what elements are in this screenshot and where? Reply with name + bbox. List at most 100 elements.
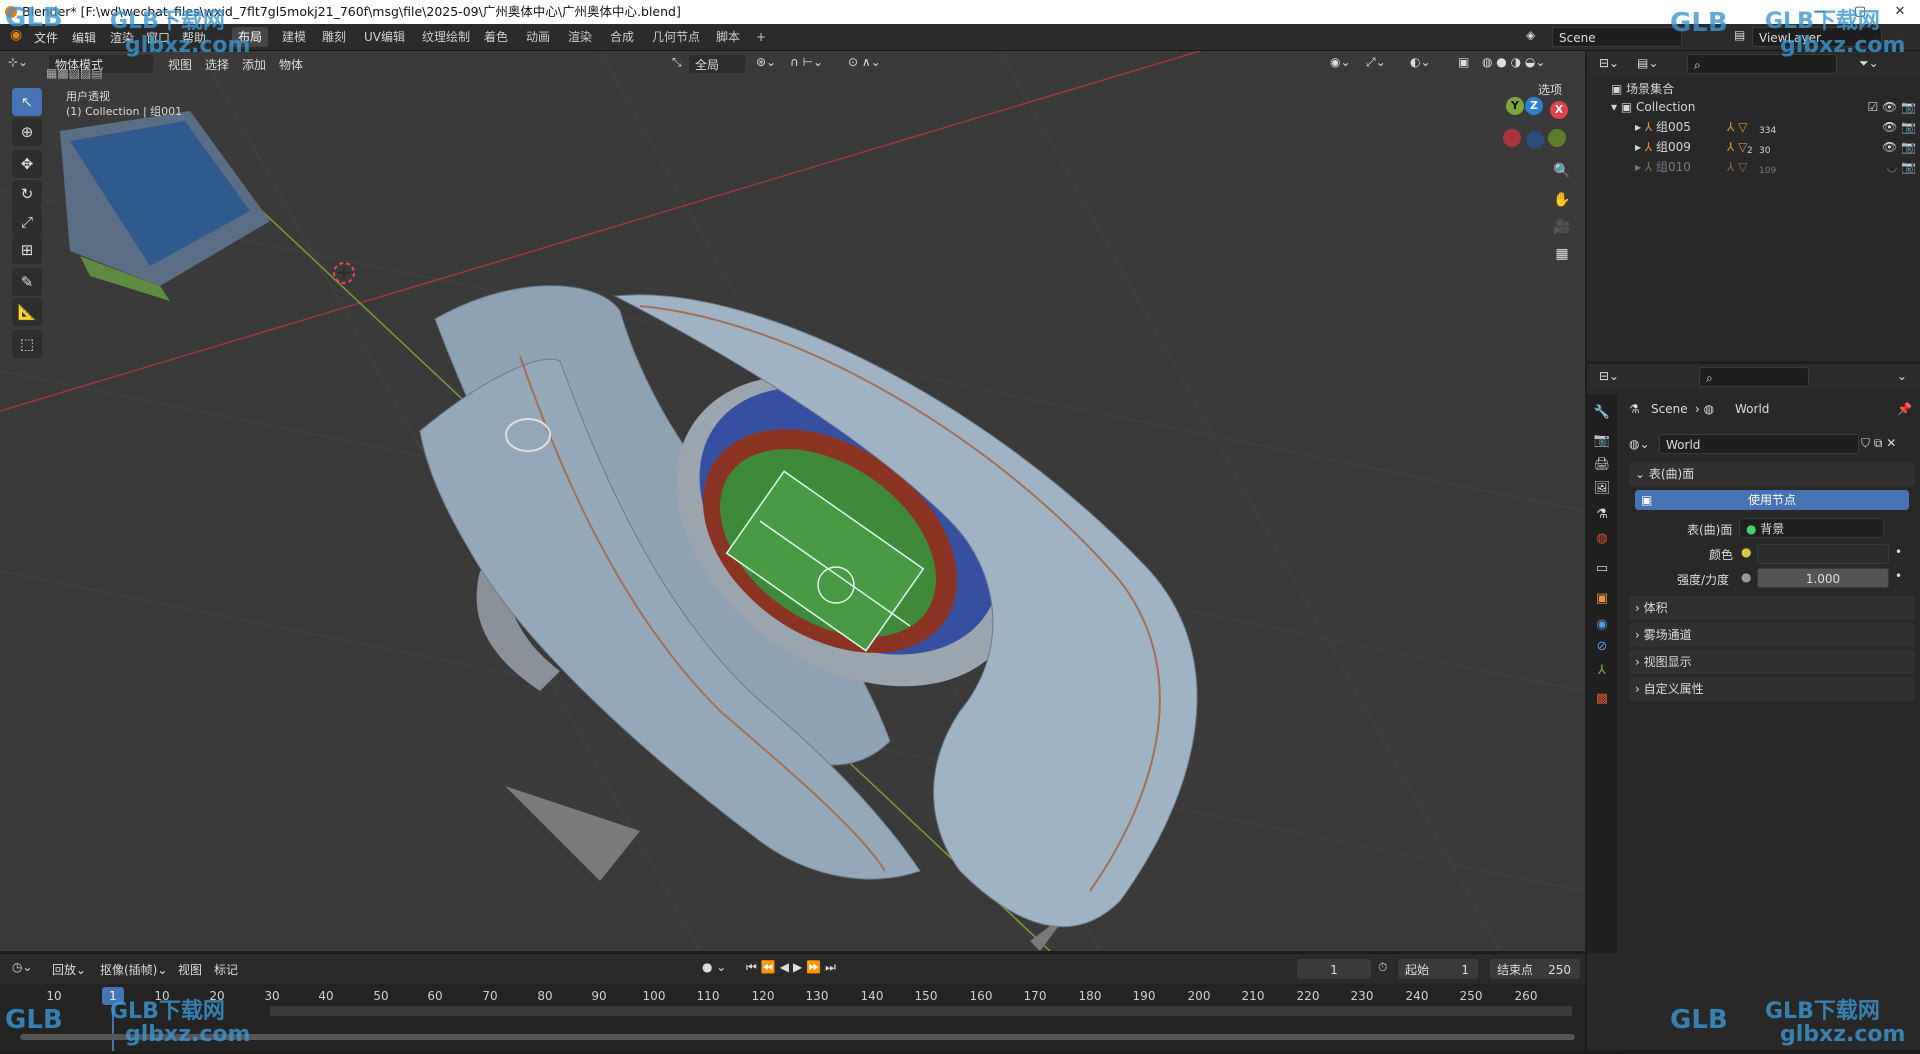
- menu-render[interactable]: 渲染: [110, 29, 134, 46]
- texture-tab-icon[interactable]: ▩: [1593, 690, 1611, 708]
- marker-menu[interactable]: 标记: [214, 961, 238, 978]
- tab-geometry-nodes[interactable]: 几何节点: [646, 27, 706, 47]
- gizmo-neg-y[interactable]: [1548, 129, 1566, 147]
- blender-menu-icon[interactable]: ◉: [10, 27, 22, 43]
- scene-tab-icon[interactable]: ⚗: [1593, 506, 1611, 524]
- row-visibility-icons[interactable]: ◡ 📷: [1887, 157, 1916, 177]
- maximize-button[interactable]: ▢: [1840, 0, 1880, 24]
- object-tab-icon[interactable]: ▣: [1593, 590, 1611, 608]
- shading-modes-icon[interactable]: ◍ ● ◑ ◒⌄: [1482, 55, 1545, 69]
- xray-icon[interactable]: ▣: [1458, 55, 1469, 69]
- visibility-icon[interactable]: ◉⌄: [1330, 55, 1351, 69]
- color-keyframe-dot[interactable]: •: [1895, 545, 1902, 559]
- pivot-icon[interactable]: ⊛⌄: [756, 55, 776, 69]
- overlay-toggle-icon[interactable]: ◐⌄: [1410, 55, 1431, 69]
- physics-tab-icon[interactable]: ◉: [1593, 616, 1611, 634]
- playhead-indicator[interactable]: 1: [102, 987, 124, 1005]
- timeline-scrollbar[interactable]: [20, 1034, 1575, 1040]
- world-type-icon[interactable]: ◍⌄: [1629, 437, 1650, 451]
- rotate-tool-icon[interactable]: ↻: [12, 180, 42, 208]
- gizmo-neg-z[interactable]: [1526, 131, 1544, 149]
- world-datablock-icons[interactable]: ⛉ ⧉ ✕: [1861, 436, 1896, 451]
- scene-selector[interactable]: Scene: [1552, 27, 1682, 47]
- menu-file[interactable]: 文件: [34, 29, 58, 46]
- use-nodes-button[interactable]: ▣ 使用节点: [1635, 490, 1909, 510]
- perspective-grid-icon[interactable]: ▦: [1549, 241, 1575, 267]
- surface-shader-field[interactable]: ● 背景: [1739, 518, 1884, 538]
- select-tool-icon[interactable]: ↖: [12, 88, 42, 116]
- row-visibility-icons[interactable]: ☑ 👁 📷: [1867, 97, 1916, 117]
- view-layer-selector[interactable]: ViewLayer: [1752, 27, 1882, 47]
- color-swatch[interactable]: [1757, 544, 1889, 564]
- tab-scripting[interactable]: 脚本: [710, 27, 746, 47]
- outliner-search-input[interactable]: ⌕: [1687, 54, 1837, 74]
- menu-help[interactable]: 帮助: [182, 29, 206, 46]
- tab-uv-editing[interactable]: UV编辑: [358, 27, 411, 47]
- gizmo-y-axis[interactable]: Y: [1506, 97, 1524, 115]
- view-layer-tab-icon[interactable]: 🖼: [1593, 480, 1611, 498]
- minimize-button[interactable]: —: [1800, 0, 1840, 24]
- playback-controls-icons[interactable]: ⏮⏪◀▶⏩⏭: [746, 960, 840, 975]
- scale-tool-icon[interactable]: ⤢: [12, 208, 42, 236]
- tab-shading[interactable]: 着色: [478, 27, 514, 47]
- playback-menu[interactable]: 回放⌄: [52, 961, 86, 978]
- viewport-menu-object[interactable]: 物体: [279, 56, 303, 73]
- world-name-field[interactable]: World: [1659, 434, 1859, 454]
- annotate-tool-icon[interactable]: ✎: [12, 268, 42, 296]
- tool-tab-icon[interactable]: 🔧: [1593, 404, 1611, 422]
- pin-icon[interactable]: 📌: [1897, 402, 1912, 416]
- row-visibility-icons[interactable]: 👁 📷: [1882, 137, 1916, 157]
- collection-tab-icon[interactable]: ▭: [1593, 560, 1611, 578]
- row-visibility-icons[interactable]: 👁 📷: [1882, 117, 1916, 137]
- tab-compositing[interactable]: 合成: [604, 27, 640, 47]
- world-tab-icon[interactable]: ◍: [1593, 530, 1611, 548]
- gizmo-x-axis[interactable]: X: [1550, 101, 1568, 119]
- menu-edit[interactable]: 编辑: [72, 29, 96, 46]
- filter-icon[interactable]: ⏷⌄: [1859, 56, 1879, 71]
- viewport-menu-view[interactable]: 视图: [168, 56, 192, 73]
- viewport-menu-select[interactable]: 选择: [205, 56, 229, 73]
- viewport-display-section-header[interactable]: › 视图显示: [1629, 650, 1915, 674]
- camera-view-icon[interactable]: 🎥: [1549, 214, 1575, 240]
- pan-hand-icon[interactable]: ✋: [1549, 187, 1575, 213]
- constraints-tab-icon[interactable]: ⊘: [1593, 638, 1611, 656]
- gizmo-z-axis[interactable]: Z: [1525, 97, 1543, 115]
- tab-modeling[interactable]: 建模: [276, 27, 312, 47]
- tab-texture-paint[interactable]: 纹理绘制: [416, 27, 476, 47]
- output-tab-icon[interactable]: 🖨: [1593, 456, 1611, 474]
- timeline-editor-icon[interactable]: ◷⌄: [12, 960, 33, 974]
- gizmo-toggle-icon[interactable]: ⤢⌄: [1366, 55, 1386, 70]
- timer-icon[interactable]: ⏱: [1378, 960, 1387, 975]
- outliner-item-row[interactable]: ▸ ⅄ 组009 ⅄ ▽ 2 30 👁 📷: [1635, 137, 1916, 157]
- transform-tool-icon[interactable]: ⊞: [12, 236, 42, 264]
- properties-options-icon[interactable]: ⌄: [1897, 369, 1907, 383]
- transform-orientation[interactable]: 全局: [688, 54, 746, 74]
- add-cube-tool-icon[interactable]: ⬚: [12, 330, 42, 358]
- mist-section-header[interactable]: › 雾场通道: [1629, 623, 1915, 647]
- 3d-viewport[interactable]: ⊹⌄ 物体模式 视图 选择 添加 物体 ⤡ 全局 ⊛⌄ ∩ ⊢⌄ ⊙ ∧⌄ ◉⌄…: [0, 51, 1585, 951]
- outliner-item-row[interactable]: ▸ ⅄ 组005 ⅄ ▽ 334 👁 📷: [1635, 117, 1916, 137]
- viewport-menu-add[interactable]: 添加: [242, 56, 266, 73]
- snap-icon[interactable]: ∩ ⊢⌄: [790, 55, 823, 69]
- custom-properties-section-header[interactable]: › 自定义属性: [1629, 677, 1915, 701]
- tab-sculpting[interactable]: 雕刻: [316, 27, 352, 47]
- proportional-edit-icon[interactable]: ⊙ ∧⌄: [848, 55, 881, 69]
- selection-mode-icons[interactable]: ▦▩▧▨▤: [46, 66, 103, 80]
- outliner-item-row[interactable]: ▸ ⅄ 组010 ⅄ ▽ 109 ◡ 📷: [1635, 157, 1916, 177]
- move-tool-icon[interactable]: ✥: [12, 150, 42, 178]
- editor-type-icon[interactable]: ⊹⌄: [8, 55, 28, 69]
- tab-animation[interactable]: 动画: [520, 27, 556, 47]
- cursor-tool-icon[interactable]: ⊕: [12, 118, 42, 146]
- tab-rendering[interactable]: 渲染: [562, 27, 598, 47]
- volume-section-header[interactable]: › 体积: [1629, 596, 1915, 620]
- close-button[interactable]: ✕: [1880, 0, 1920, 24]
- add-workspace-button[interactable]: +: [750, 27, 772, 47]
- options-button[interactable]: 选项: [1538, 81, 1562, 98]
- render-tab-icon[interactable]: 📷: [1593, 432, 1611, 450]
- outliner-editor-icon[interactable]: ⊟⌄: [1599, 56, 1619, 70]
- timeline-view-menu[interactable]: 视图: [178, 961, 202, 978]
- display-mode-icon[interactable]: ▤⌄: [1637, 56, 1658, 70]
- surface-section-header[interactable]: ⌄ 表(曲)面: [1629, 462, 1915, 486]
- current-frame-field[interactable]: 1: [1297, 959, 1371, 979]
- properties-search-input[interactable]: ⌕: [1699, 367, 1809, 387]
